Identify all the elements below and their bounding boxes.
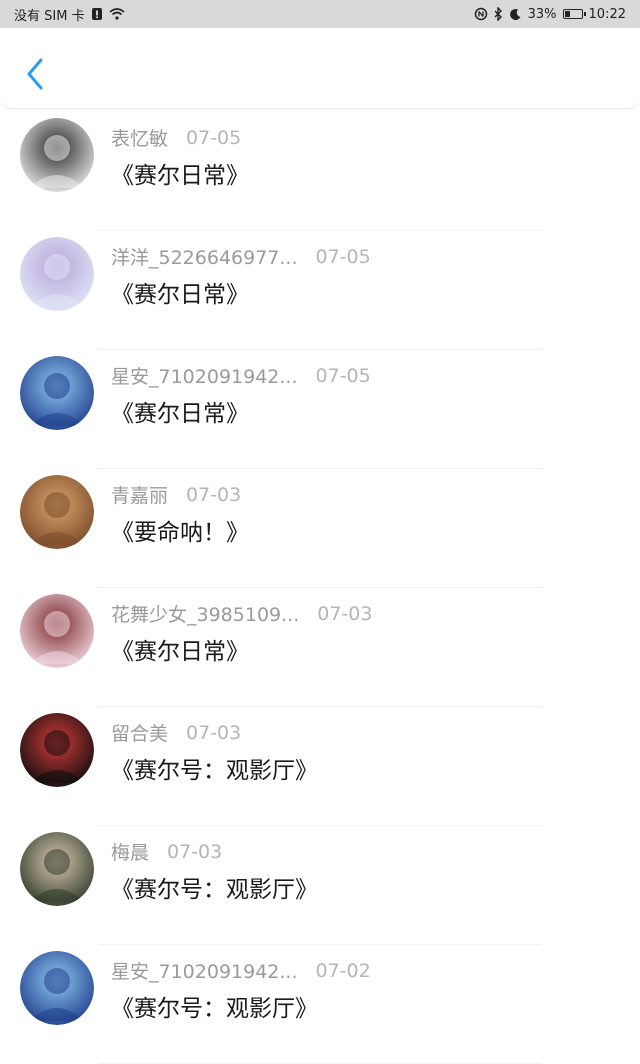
user-name[interactable]: 星安_7102091942... xyxy=(111,362,298,389)
comment-date: 07-03 xyxy=(317,602,373,625)
work-title[interactable]: 《赛尔号：观影厅》 xyxy=(111,870,318,904)
work-title[interactable]: 《赛尔日常》 xyxy=(111,156,249,190)
user-name[interactable]: 留合美 xyxy=(111,719,168,746)
battery-percent: 33% xyxy=(527,6,557,22)
wifi-icon xyxy=(109,8,125,20)
nfc-icon xyxy=(474,7,488,21)
comment-date: 07-05 xyxy=(315,245,371,268)
work-title[interactable]: 《赛尔号：观影厅》 xyxy=(111,751,318,785)
avatar[interactable] xyxy=(20,951,94,1025)
sim-alert-icon xyxy=(91,7,103,21)
comment-meta: 花舞少女_3985109... 07-03 xyxy=(111,600,372,627)
comment-meta: 洋洋_5226646977... 07-05 xyxy=(111,243,371,270)
status-left: 没有 SIM 卡 xyxy=(14,5,125,24)
list-item[interactable]: 青嘉丽 07-03 《要命呐！》 xyxy=(0,469,640,588)
comment-date: 07-03 xyxy=(167,840,223,863)
avatar[interactable] xyxy=(20,237,94,311)
clock-text: 10:22 xyxy=(588,6,626,22)
comment-meta: 表忆敏 07-05 xyxy=(111,124,241,151)
work-title[interactable]: 《要命呐！》 xyxy=(111,513,249,547)
avatar[interactable] xyxy=(20,832,94,906)
comment-date: 07-02 xyxy=(315,959,371,982)
comment-meta: 星安_7102091942... 07-02 xyxy=(111,957,371,984)
chevron-left-icon xyxy=(27,58,43,90)
battery-icon xyxy=(562,9,586,19)
comment-date: 07-03 xyxy=(186,483,242,506)
comment-list: 表忆敏 07-05 《赛尔日常》 洋洋_5226646977... 07-05 《赛尔日常… xyxy=(0,112,640,1064)
list-item[interactable]: 星安_7102091942... 07-02 《赛尔号：观影厅》 xyxy=(0,945,640,1064)
avatar[interactable] xyxy=(20,475,94,549)
user-name[interactable]: 表忆敏 xyxy=(111,124,168,151)
list-item[interactable]: 花舞少女_3985109... 07-03 《赛尔日常》 xyxy=(0,588,640,707)
list-item[interactable]: 留合美 07-03 《赛尔号：观影厅》 xyxy=(0,707,640,826)
comment-meta: 梅晨 07-03 xyxy=(111,838,222,865)
avatar[interactable] xyxy=(20,594,94,668)
user-name[interactable]: 洋洋_5226646977... xyxy=(111,243,298,270)
list-item[interactable]: 梅晨 07-03 《赛尔号：观影厅》 xyxy=(0,826,640,945)
avatar[interactable] xyxy=(20,118,94,192)
moon-icon xyxy=(509,8,522,21)
list-item[interactable]: 表忆敏 07-05 《赛尔日常》 xyxy=(0,112,640,231)
avatar[interactable] xyxy=(20,356,94,430)
bluetooth-icon xyxy=(494,7,503,21)
status-right: 33% 10:22 xyxy=(474,7,626,22)
comment-meta: 留合美 07-03 xyxy=(111,719,241,746)
comment-meta: 星安_7102091942... 07-05 xyxy=(111,362,371,389)
back-button[interactable] xyxy=(18,54,52,94)
user-name[interactable]: 梅晨 xyxy=(111,838,149,865)
work-title[interactable]: 《赛尔日常》 xyxy=(111,394,249,428)
status-bar: 没有 SIM 卡 33% 10:22 xyxy=(0,0,640,28)
work-title[interactable]: 《赛尔日常》 xyxy=(111,275,249,309)
comment-date: 07-05 xyxy=(315,364,371,387)
user-name[interactable]: 青嘉丽 xyxy=(111,481,168,508)
list-item[interactable]: 洋洋_5226646977... 07-05 《赛尔日常》 xyxy=(0,231,640,350)
comment-date: 07-03 xyxy=(186,721,242,744)
work-title[interactable]: 《赛尔号：观影厅》 xyxy=(111,989,318,1023)
user-name[interactable]: 星安_7102091942... xyxy=(111,957,298,984)
list-item[interactable]: 星安_7102091942... 07-05 《赛尔日常》 xyxy=(0,350,640,469)
avatar[interactable] xyxy=(20,713,94,787)
work-title[interactable]: 《赛尔日常》 xyxy=(111,632,249,666)
user-name[interactable]: 花舞少女_3985109... xyxy=(111,600,299,627)
comment-meta: 青嘉丽 07-03 xyxy=(111,481,241,508)
top-bar xyxy=(0,28,640,109)
carrier-text: 没有 SIM 卡 xyxy=(14,8,85,24)
comment-date: 07-05 xyxy=(186,126,242,149)
